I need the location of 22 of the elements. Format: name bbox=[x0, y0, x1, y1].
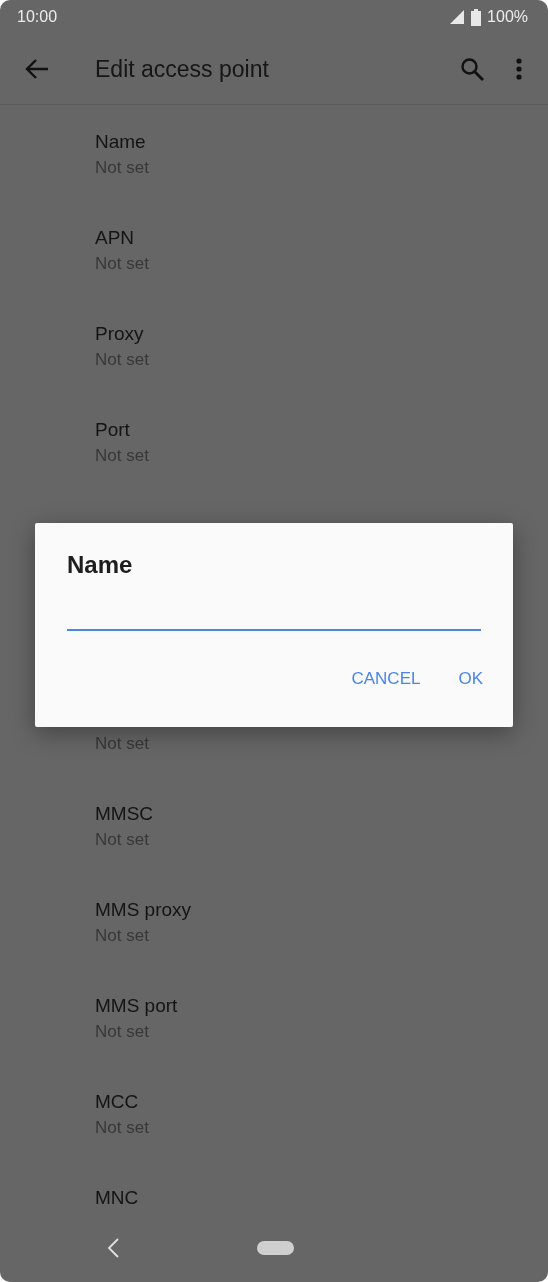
setting-title[interactable]: Name bbox=[95, 130, 146, 153]
more-options-icon[interactable] bbox=[516, 58, 522, 80]
setting-title[interactable]: MMS port bbox=[95, 994, 178, 1017]
back-arrow-icon[interactable] bbox=[25, 58, 49, 80]
dialog-button[interactable]: OK bbox=[446, 661, 495, 697]
dialog-button[interactable]: CANCEL bbox=[339, 661, 433, 697]
page-title: Edit access point bbox=[95, 55, 270, 83]
search-icon[interactable] bbox=[460, 57, 484, 81]
status-time: 10:00 bbox=[17, 8, 58, 26]
battery-icon bbox=[471, 8, 482, 26]
setting-title[interactable]: MCC bbox=[95, 1090, 139, 1113]
signal-icon bbox=[449, 9, 466, 25]
setting-title[interactable]: Port bbox=[95, 418, 130, 441]
home-pill[interactable] bbox=[257, 1241, 294, 1255]
setting-title[interactable]: MMS proxy bbox=[95, 898, 192, 921]
setting-title[interactable]: Proxy bbox=[95, 322, 144, 345]
nav-back-icon[interactable] bbox=[107, 1238, 119, 1258]
setting-title[interactable]: MNC bbox=[95, 1186, 139, 1209]
dialog-title: Name bbox=[67, 551, 134, 579]
setting-title[interactable]: MMSC bbox=[95, 802, 154, 825]
setting-title[interactable]: APN bbox=[95, 226, 135, 249]
battery-level: 100% bbox=[487, 8, 528, 26]
